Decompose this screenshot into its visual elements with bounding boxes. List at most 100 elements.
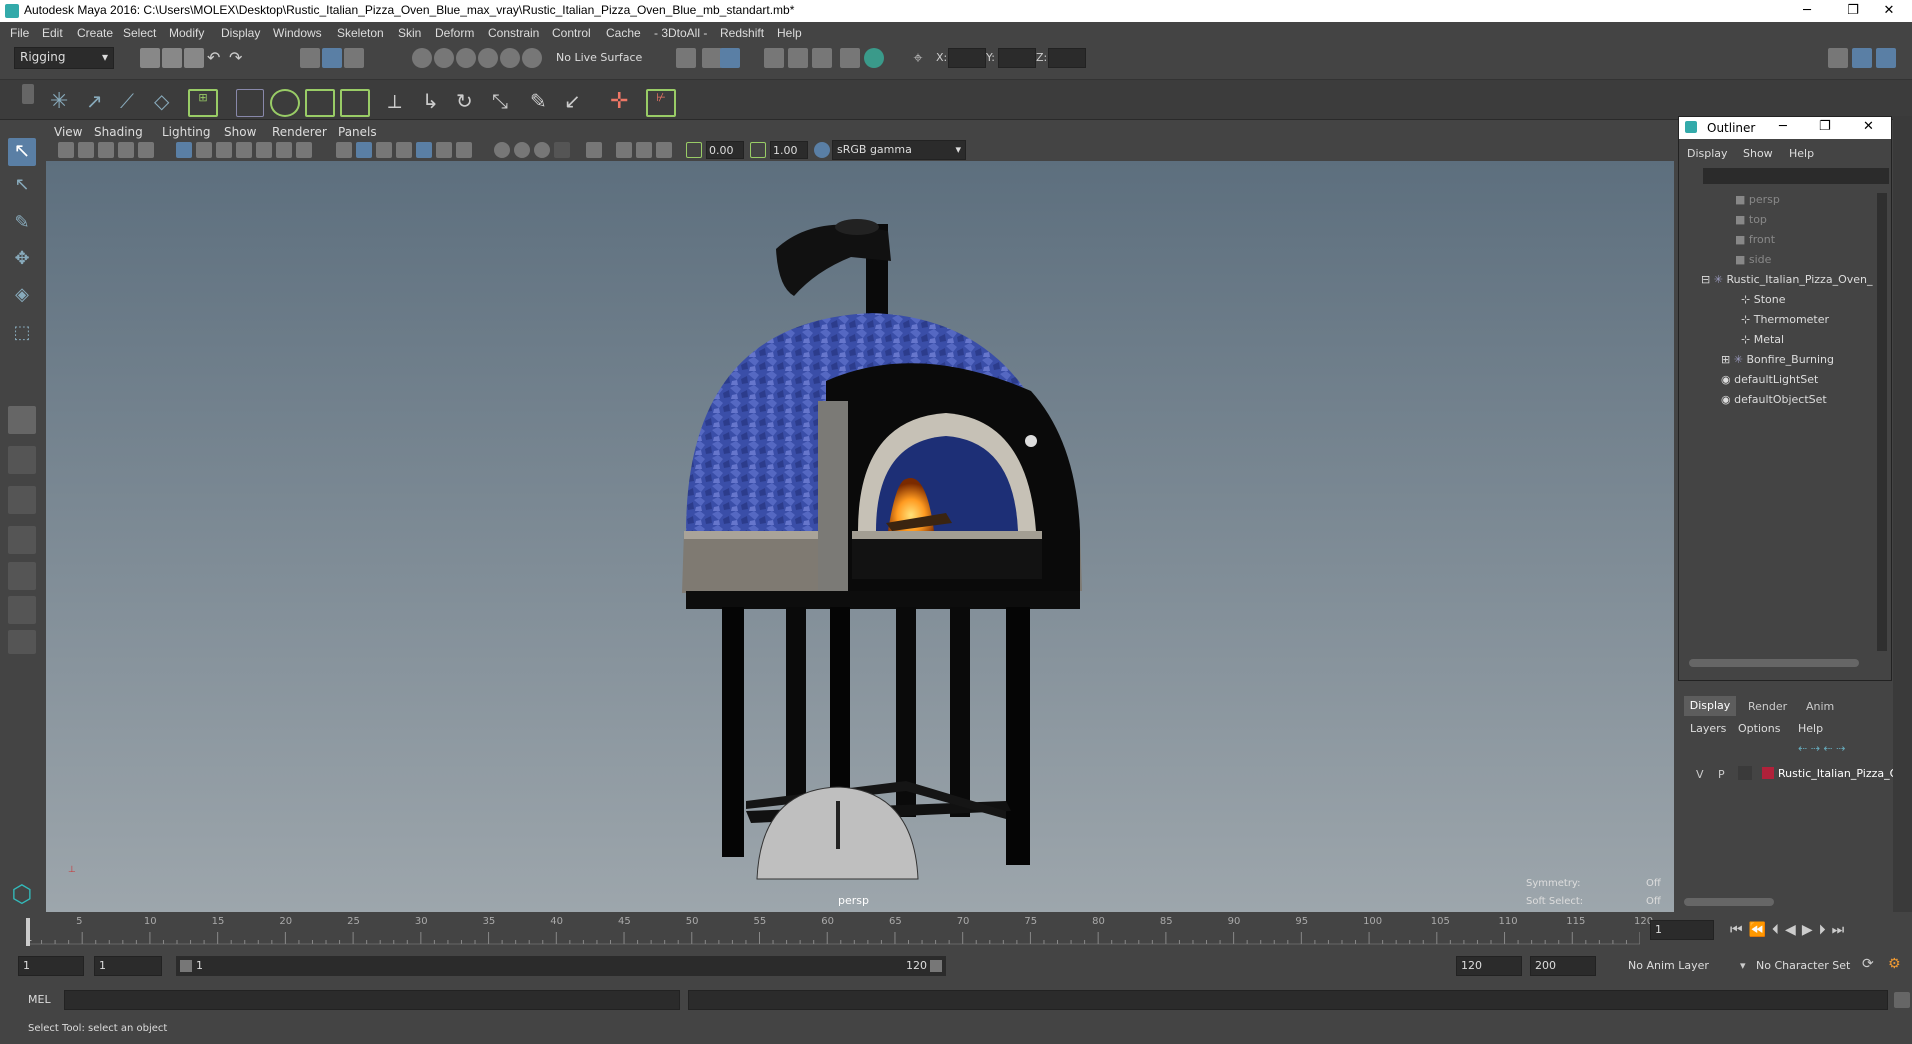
- outliner-maximize-button[interactable]: ❐: [1819, 119, 1831, 134]
- scale-constraint-icon[interactable]: ⤡: [492, 89, 520, 117]
- channel-box-toggle-icon[interactable]: [1876, 48, 1896, 68]
- range-end-handle[interactable]: [930, 960, 942, 972]
- anim-end-field[interactable]: 200: [1530, 956, 1596, 976]
- color-management-icon[interactable]: [814, 142, 830, 158]
- wrap-icon[interactable]: [305, 89, 335, 117]
- xray-joints-icon[interactable]: [616, 142, 632, 158]
- play-forward-icon[interactable]: ▶: [1802, 922, 1819, 938]
- gamma-field[interactable]: 1.00: [770, 141, 808, 159]
- move-tool-icon[interactable]: ✥: [8, 248, 36, 276]
- step-forward-icon[interactable]: ⏵: [1819, 922, 1832, 938]
- smooth-shade-icon[interactable]: [356, 142, 372, 158]
- persp-graph-layout-icon[interactable]: [8, 526, 36, 554]
- wireframe-icon[interactable]: [336, 142, 352, 158]
- point-constraint-icon[interactable]: ⟂: [388, 89, 416, 117]
- menu-windows[interactable]: Windows: [273, 26, 322, 40]
- redshift-render-icon[interactable]: [864, 48, 884, 68]
- render-view-icon[interactable]: [764, 48, 784, 68]
- magnet-icon[interactable]: [522, 48, 542, 68]
- outliner-item-front[interactable]: ■ front: [1735, 233, 1775, 251]
- tab-display[interactable]: Display: [1684, 696, 1736, 716]
- grid-icon[interactable]: [176, 142, 192, 158]
- outliner-menu-show[interactable]: Show: [1743, 147, 1773, 160]
- camera-select-icon[interactable]: [58, 142, 74, 158]
- layer-playback-toggle[interactable]: P: [1718, 768, 1725, 781]
- bind-skin-icon[interactable]: ⊞: [188, 89, 218, 117]
- outliner-item-default-light-set[interactable]: ◉ defaultLightSet: [1721, 373, 1818, 391]
- snap-grid-icon[interactable]: [412, 48, 432, 68]
- menu-help[interactable]: Help: [777, 26, 802, 40]
- select-component-icon[interactable]: [344, 48, 364, 68]
- 2d-pan-icon[interactable]: [138, 142, 154, 158]
- new-scene-icon[interactable]: [140, 48, 160, 68]
- range-start-handle[interactable]: [180, 960, 192, 972]
- undo-icon[interactable]: ↶: [207, 48, 227, 68]
- scale-tool-icon[interactable]: ⬚: [8, 322, 36, 350]
- vp-menu-renderer[interactable]: Renderer: [272, 125, 327, 139]
- open-scene-icon[interactable]: [162, 48, 182, 68]
- custom-layout-icon[interactable]: [8, 596, 36, 624]
- attribute-editor-tab[interactable]: [1893, 116, 1912, 912]
- redo-icon[interactable]: ↷: [229, 48, 249, 68]
- image-plane-icon[interactable]: [118, 142, 134, 158]
- outliner-minimize-button[interactable]: ─: [1779, 119, 1787, 134]
- xray-components-icon[interactable]: [636, 142, 652, 158]
- hud-icon[interactable]: [656, 142, 672, 158]
- mirror-joint-icon[interactable]: ◇: [154, 89, 180, 115]
- paint-select-icon[interactable]: ✎: [8, 212, 36, 240]
- anim-start-field[interactable]: 1: [18, 956, 84, 976]
- menu-redshift[interactable]: Redshift: [720, 26, 764, 40]
- hypershade-icon[interactable]: [812, 48, 832, 68]
- layer-type-toggle[interactable]: [1738, 766, 1752, 780]
- persp-hypershade-layout-icon[interactable]: [8, 562, 36, 590]
- outliner-menu-help[interactable]: Help: [1789, 147, 1814, 160]
- outliner-search-input[interactable]: [1703, 168, 1889, 184]
- go-to-start-icon[interactable]: ⏮: [1730, 922, 1749, 938]
- step-back-key-icon[interactable]: ⏴: [1772, 922, 1785, 938]
- save-scene-icon[interactable]: [184, 48, 204, 68]
- layer-actions-icon[interactable]: ⇠ ⇢ ⇠ ⇢: [1798, 742, 1888, 756]
- outliner-item-persp[interactable]: ■ persp: [1735, 193, 1780, 211]
- wireframe-on-shaded-icon[interactable]: [376, 142, 392, 158]
- tab-render[interactable]: Render: [1748, 700, 1787, 713]
- four-view-layout-icon[interactable]: [8, 446, 36, 474]
- x-field[interactable]: [948, 48, 986, 68]
- menu-skin[interactable]: Skin: [398, 26, 421, 40]
- mode-dropdown[interactable]: Rigging ▾: [14, 47, 114, 69]
- script-editor-icon[interactable]: [1894, 992, 1910, 1008]
- character-set-dropdown[interactable]: No Character Set: [1756, 959, 1850, 972]
- menu-skeleton[interactable]: Skeleton: [337, 26, 384, 40]
- panel-layout-icon[interactable]: [1828, 48, 1848, 68]
- outliner-horizontal-scrollbar[interactable]: [1689, 659, 1859, 667]
- outliner-item-metal[interactable]: ⊹ Metal: [1741, 333, 1784, 351]
- lattice-icon[interactable]: [270, 89, 300, 117]
- isolate-select-icon[interactable]: [586, 142, 602, 158]
- safe-title-icon[interactable]: [296, 142, 312, 158]
- current-frame-field[interactable]: 1: [1650, 920, 1714, 940]
- construction-history-icon[interactable]: [702, 48, 722, 68]
- gate-mask-icon[interactable]: [236, 142, 252, 158]
- command-input[interactable]: [64, 990, 680, 1010]
- layout-options-icon[interactable]: [8, 630, 36, 654]
- auto-key-icon[interactable]: ⟳: [1862, 956, 1880, 974]
- lasso-tool-icon[interactable]: ↖: [8, 174, 36, 202]
- outliner-item-default-object-set[interactable]: ◉ defaultObjectSet: [1721, 393, 1827, 411]
- z-field[interactable]: [1048, 48, 1086, 68]
- view-transform-dropdown[interactable]: sRGB gamma ▾: [832, 140, 966, 160]
- snap-surface-icon[interactable]: [500, 48, 520, 68]
- close-button[interactable]: ✕: [1866, 0, 1912, 22]
- vp-menu-show[interactable]: Show: [224, 125, 256, 139]
- layers-menu[interactable]: Layers: [1690, 722, 1726, 735]
- single-perspective-layout-icon[interactable]: [8, 406, 36, 434]
- menu-modify[interactable]: Modify: [169, 26, 204, 40]
- play-back-icon[interactable]: ◀: [1785, 922, 1802, 938]
- expand-icon[interactable]: ⊞: [1721, 353, 1730, 366]
- minimize-button[interactable]: ─: [1784, 0, 1830, 22]
- live-surface-label[interactable]: No Live Surface: [556, 51, 642, 64]
- anim-layer-dropdown[interactable]: No Anim Layer: [1628, 959, 1709, 972]
- locator-icon[interactable]: ✛: [610, 89, 638, 117]
- outliner-item-stone[interactable]: ⊹ Stone: [1741, 293, 1785, 311]
- layer-horizontal-scrollbar[interactable]: [1684, 898, 1774, 906]
- vp-menu-panels[interactable]: Panels: [338, 125, 377, 139]
- snap-view-icon[interactable]: [478, 48, 498, 68]
